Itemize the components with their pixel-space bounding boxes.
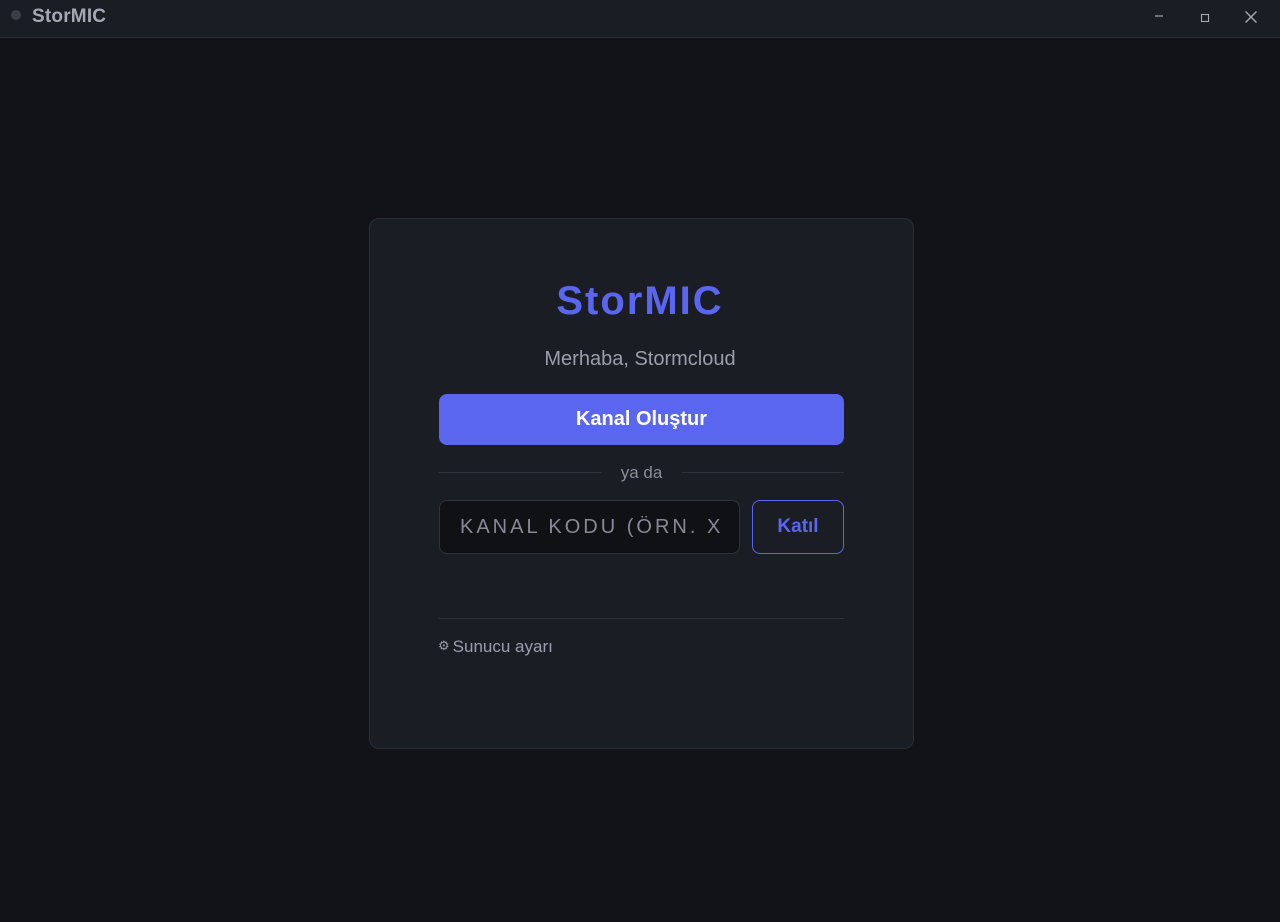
create-channel-button[interactable]: Kanal Oluştur	[439, 394, 844, 445]
maximize-icon	[1200, 13, 1210, 23]
close-icon	[1245, 11, 1257, 23]
divider-line-right	[682, 472, 844, 473]
maximize-button[interactable]	[1183, 0, 1227, 34]
server-settings-link[interactable]: ⚙ Sunucu ayarı	[438, 636, 553, 658]
title-bar: StorMIC	[0, 0, 1280, 38]
join-button[interactable]: Katıl	[752, 500, 844, 554]
brand-title: StorMIC	[556, 279, 724, 323]
gear-icon: ⚙	[438, 639, 450, 654]
app-status-dot	[11, 10, 21, 20]
greeting-text: Merhaba, Stormcloud	[544, 348, 736, 370]
server-settings-label: Sunucu ayarı	[452, 637, 553, 656]
divider-line-left	[439, 472, 601, 473]
channel-code-input[interactable]	[439, 500, 740, 554]
footer-separator	[439, 618, 844, 619]
divider-text: ya da	[620, 463, 663, 482]
minimize-icon	[1155, 15, 1163, 17]
minimize-button[interactable]	[1137, 0, 1181, 34]
close-button[interactable]	[1229, 0, 1273, 34]
window-title: StorMIC	[32, 6, 107, 27]
